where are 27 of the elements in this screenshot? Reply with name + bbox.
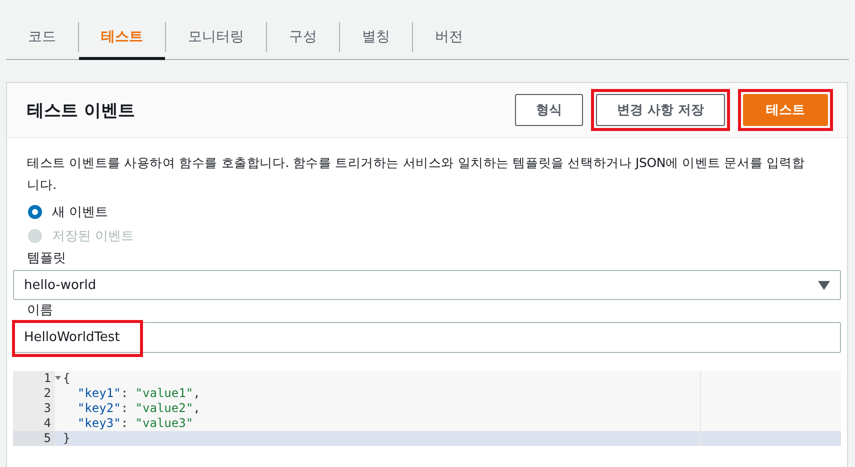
radio-label: 새 이벤트: [52, 204, 108, 221]
line-number: 4: [13, 416, 55, 431]
dropdown-icon: [818, 280, 830, 290]
tab[interactable]: 모니터링: [166, 14, 266, 59]
radio-button[interactable]: [28, 205, 42, 219]
tab[interactable]: 버전: [413, 14, 485, 59]
code-line: "key2": "value2",: [55, 401, 701, 416]
fold-icon[interactable]: [55, 376, 61, 380]
tab[interactable]: 별칭: [340, 14, 412, 59]
code-line: {: [55, 371, 701, 386]
action-button[interactable]: 변경 사항 저장: [596, 94, 725, 126]
template-select[interactable]: hello-world: [13, 270, 841, 300]
panel-title: 테스트 이벤트: [27, 100, 135, 122]
name-input[interactable]: HelloWorldTest: [13, 322, 841, 353]
action-button[interactable]: 형식: [514, 94, 583, 126]
template-label: 템플릿: [27, 250, 67, 268]
line-number: 2: [13, 386, 55, 401]
code-line: }: [55, 431, 701, 446]
code-editor[interactable]: 1 { 2 "key1": "value1", 3 "key2": "value2", 4 "key3": "value3" 5 }: [13, 371, 841, 446]
tab[interactable]: 코드: [6, 14, 78, 59]
line-number: 3: [13, 401, 55, 416]
name-label: 이름: [27, 302, 54, 320]
tab[interactable]: 구성: [267, 14, 339, 59]
line-number: 5: [13, 431, 55, 446]
description-text: 테스트 이벤트를 사용하여 함수를 호출합니다. 함수를 트리거하는 서비스와 일치하는 템플릿을 선택하거나 JSON에 이벤트 문서를 입력합니다.: [27, 154, 806, 194]
code-line: "key1": "value1",: [55, 386, 701, 401]
radio-label: 저장된 이벤트: [52, 228, 134, 245]
